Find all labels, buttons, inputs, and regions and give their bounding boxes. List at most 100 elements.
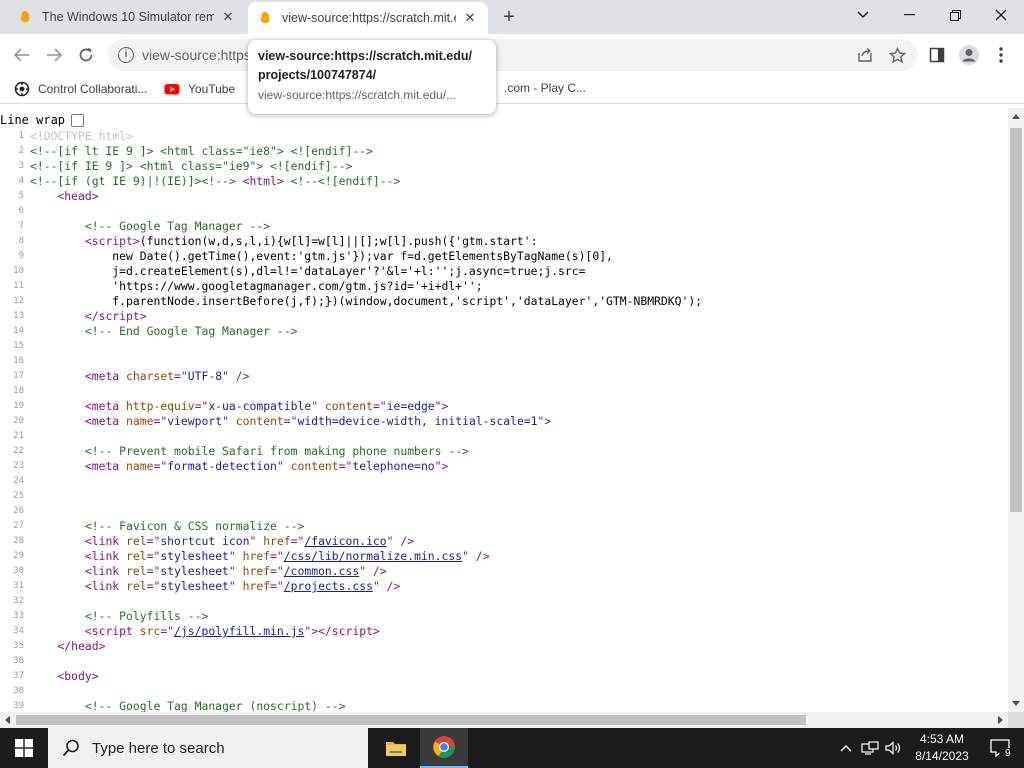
line-code: <!--[if IE 9 ]> <html class="ie9"> <![en…: [30, 159, 353, 173]
side-panel-icon[interactable]: [926, 44, 948, 66]
source-line: 10 j=d.createElement(s),dl=l!='dataLayer…: [0, 264, 1008, 279]
scroll-down-arrow-icon[interactable]: [1012, 701, 1020, 706]
reload-icon[interactable]: [74, 43, 98, 67]
source-line: 14 <!-- End Google Tag Manager -->: [0, 324, 1008, 339]
address-bar[interactable]: i view-source:https: [108, 39, 918, 71]
line-number: 9: [18, 251, 24, 261]
profile-avatar-icon[interactable]: [958, 44, 980, 66]
source-line: 35 </head>: [0, 639, 1008, 654]
source-line: 11 'https://www.googletagmanager.com/gtm…: [0, 279, 1008, 294]
line-number: 2: [18, 146, 24, 156]
horizontal-scroll-thumb[interactable]: [16, 715, 806, 725]
file-explorer-app[interactable]: [372, 728, 420, 768]
taskbar-clock[interactable]: 4:53 AM 8/14/2023: [904, 731, 980, 765]
show-hidden-icons-chevron-icon[interactable]: [834, 728, 858, 768]
line-number: 14: [13, 326, 24, 336]
horizontal-scrollbar[interactable]: [0, 712, 1008, 728]
line-number: 6: [18, 206, 24, 216]
line-number: 38: [13, 686, 24, 696]
scroll-left-arrow-icon[interactable]: [5, 716, 10, 724]
line-number: 35: [13, 641, 24, 651]
source-link[interactable]: /common.css: [284, 564, 359, 578]
line-code: <!-- Google Tag Manager -->: [84, 219, 271, 233]
source-line: 34 <script src="/js/polyfill.min.js"></s…: [0, 624, 1008, 639]
source-line: 3 <!--[if IE 9 ]> <html class="ie9"> <![e…: [0, 159, 1008, 174]
tab-search-chevron-icon[interactable]: [840, 0, 886, 30]
action-center-button[interactable]: 9: [980, 728, 1020, 768]
line-number: 1: [18, 131, 24, 141]
tab-close-icon[interactable]: ✕: [220, 9, 236, 25]
line-number: 3: [18, 161, 24, 171]
line-number: 18: [13, 386, 24, 396]
source-line: 7 <!-- Google Tag Manager -->: [0, 219, 1008, 234]
vertical-scroll-thumb[interactable]: [1010, 128, 1022, 512]
line-number: 16: [13, 356, 24, 366]
source-link[interactable]: /projects.css: [284, 579, 373, 593]
line-wrap-toggle[interactable]: Line wrap: [0, 111, 85, 129]
bookmark-control-collaboration[interactable]: Control Collaborati...: [14, 81, 147, 97]
source-link[interactable]: /favicon.ico: [304, 534, 386, 548]
tab-view-source[interactable]: view-source:https://scratch.mit.edu ✕: [248, 2, 488, 34]
search-placeholder: Type here to search: [92, 739, 225, 757]
chrome-app[interactable]: [420, 728, 468, 768]
line-number: 32: [13, 596, 24, 606]
volume-icon[interactable]: [882, 728, 906, 768]
bookmark-star-icon[interactable]: [886, 44, 908, 66]
source-link[interactable]: /js/polyfill.min.js: [174, 624, 304, 638]
tab-close-icon[interactable]: ✕: [462, 10, 478, 26]
source-line: 26: [0, 504, 1008, 519]
source-line: 20 <meta name="viewport" content="width=…: [0, 414, 1008, 429]
bookmark-label: Control Collaborati...: [38, 82, 148, 96]
line-number: 31: [13, 581, 24, 591]
source-link[interactable]: /css/lib/normalize.min.css: [284, 549, 462, 563]
minimize-button[interactable]: [886, 0, 932, 30]
line-number: 10: [13, 266, 24, 276]
line-code: <link rel="stylesheet" href="/css/lib/no…: [84, 549, 490, 563]
source-line: 19 <meta http-equiv="x-ua-compatible" co…: [0, 399, 1008, 414]
close-window-button[interactable]: [978, 0, 1024, 30]
scroll-right-arrow-icon[interactable]: [998, 716, 1003, 724]
line-wrap-checkbox[interactable]: [71, 113, 85, 127]
line-number: 37: [13, 671, 24, 681]
line-number: 26: [13, 506, 24, 516]
scroll-up-arrow-icon[interactable]: [1012, 114, 1020, 119]
line-code: 'https://www.googletagmanager.com/gtm.js…: [30, 279, 483, 293]
scratch-favicon-icon: [20, 11, 30, 23]
more-menu-icon[interactable]: [990, 44, 1012, 66]
line-code: <meta name="viewport" content="width=dev…: [84, 414, 552, 428]
line-code: <meta name="format-detection" content="t…: [84, 459, 449, 473]
line-code: <!-- Favicon & CSS normalize -->: [84, 519, 305, 533]
site-info-icon[interactable]: i: [118, 47, 134, 63]
line-code: </script>: [84, 309, 147, 323]
taskbar-search-box[interactable]: Type here to search: [48, 728, 368, 768]
bookmark-youtube[interactable]: YouTube: [164, 81, 235, 97]
line-number: 7: [18, 221, 24, 231]
tab-windows-simulator[interactable]: The Windows 10 Simulator remix ✕: [8, 0, 246, 34]
forward-arrow-icon[interactable]: [42, 43, 66, 67]
bookmark-play[interactable]: .com - Play C...: [504, 81, 586, 95]
tooltip-title-line1: view-source:https://scratch.mit.edu/: [258, 49, 472, 63]
source-line: 15: [0, 339, 1008, 354]
network-icon[interactable]: [858, 728, 882, 768]
notification-count: 9: [1003, 748, 1013, 759]
source-line: 30 <link rel="stylesheet" href="/common.…: [0, 564, 1008, 579]
windows-taskbar: Type here to search 4:53 AM 8/14/2023 9: [0, 728, 1024, 768]
source-line: 31 <link rel="stylesheet" href="/project…: [0, 579, 1008, 594]
source-line: 38: [0, 684, 1008, 699]
source-line: 4 <!--[if (gt IE 9)|!(IE)]><!--> <html> <…: [0, 174, 1008, 189]
line-code: j=d.createElement(s),dl=l!='dataLayer'?'…: [30, 264, 586, 278]
back-arrow-icon[interactable]: [10, 43, 34, 67]
tab-hover-tooltip: view-source:https://scratch.mit.edu/ pro…: [248, 40, 496, 114]
line-number: 8: [18, 236, 24, 246]
vertical-scrollbar[interactable]: [1008, 108, 1024, 712]
line-number: 25: [13, 491, 24, 501]
share-icon[interactable]: [854, 44, 876, 66]
line-number: 27: [13, 521, 24, 531]
source-line: 1 <!DOCTYPE html>: [0, 129, 1008, 144]
source-line: 5 <head>: [0, 189, 1008, 204]
restore-button[interactable]: [932, 0, 978, 30]
tab-title: The Windows 10 Simulator remix: [42, 10, 214, 24]
line-number: 29: [13, 551, 24, 561]
start-button[interactable]: [0, 728, 48, 768]
new-tab-button[interactable]: +: [498, 6, 520, 28]
